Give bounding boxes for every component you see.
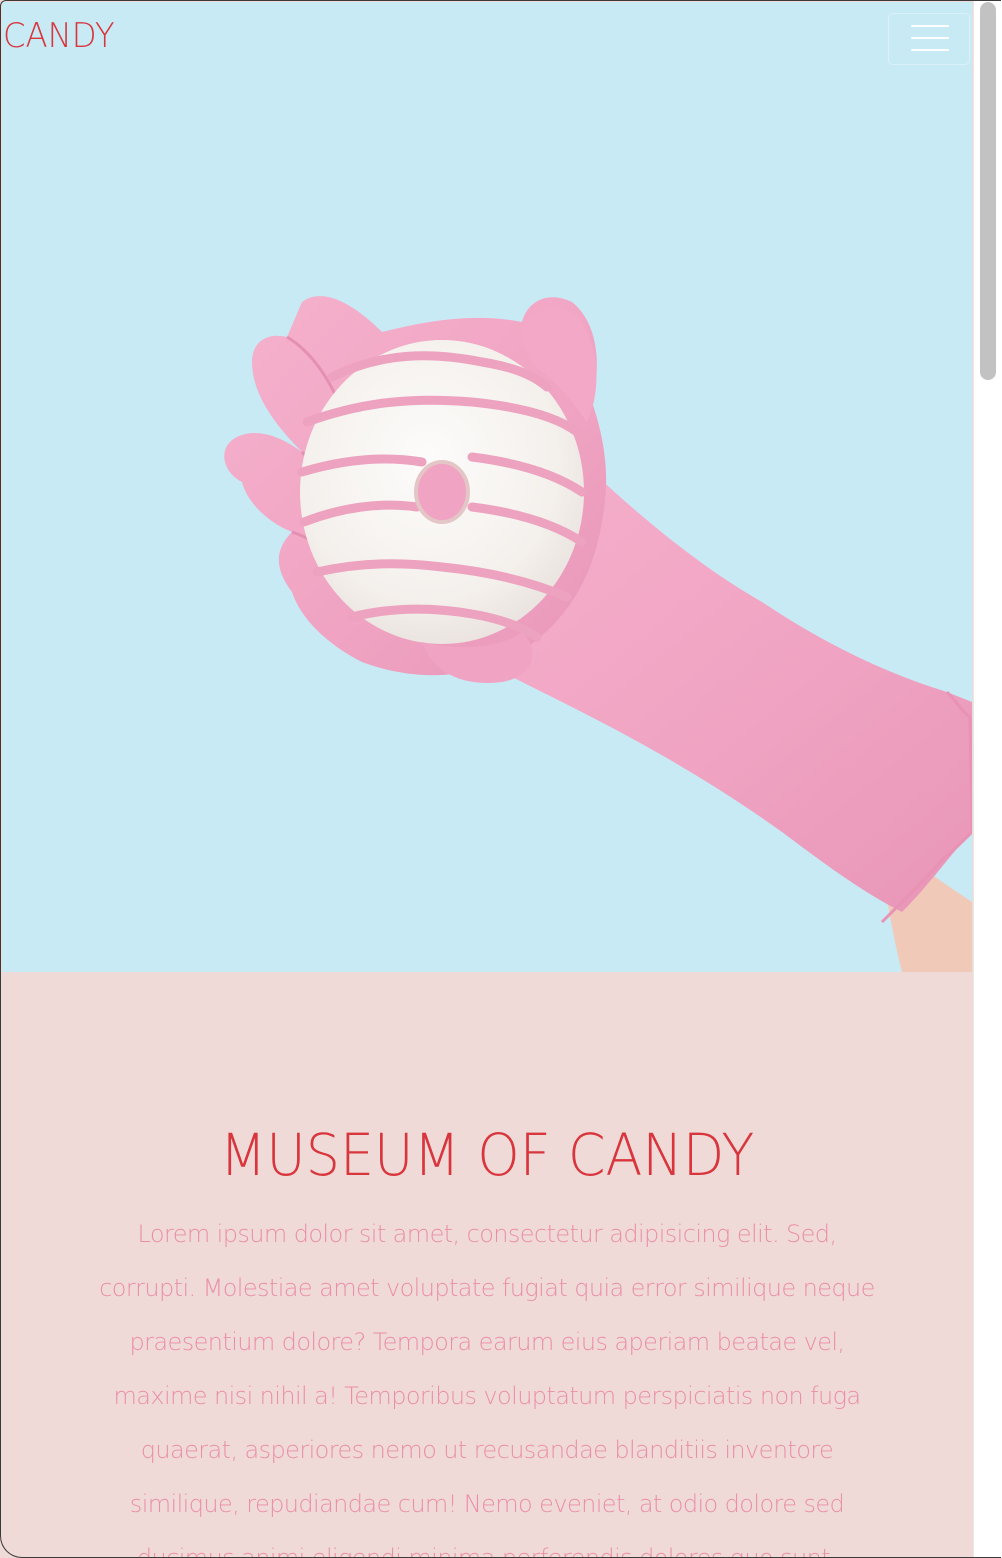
vertical-scrollbar[interactable] [973,0,1002,1558]
menu-bar-top [911,25,949,27]
menu-bar-middle [911,37,949,39]
about-paragraph: Lorem ipsum dolor sit amet, consectetur … [99,1220,875,1558]
navbar: CANDY [2,2,972,70]
scrollbar-thumb[interactable] [980,2,996,380]
page: CANDY MUSEUM OF CANDY Lorem ipsum dolor … [2,2,972,1558]
brand-logo-link[interactable]: CANDY [3,16,115,56]
donut-in-pink-glove-image [224,296,972,972]
about-section: MUSEUM OF CANDY Lorem ipsum dolor sit am… [2,972,972,1558]
browser-viewport: CANDY MUSEUM OF CANDY Lorem ipsum dolor … [0,0,1002,1558]
about-title: MUSEUM OF CANDY [219,1121,755,1189]
hamburger-menu-icon[interactable] [888,13,970,65]
menu-bar-bottom [911,49,949,51]
hero-section: CANDY [2,2,972,972]
